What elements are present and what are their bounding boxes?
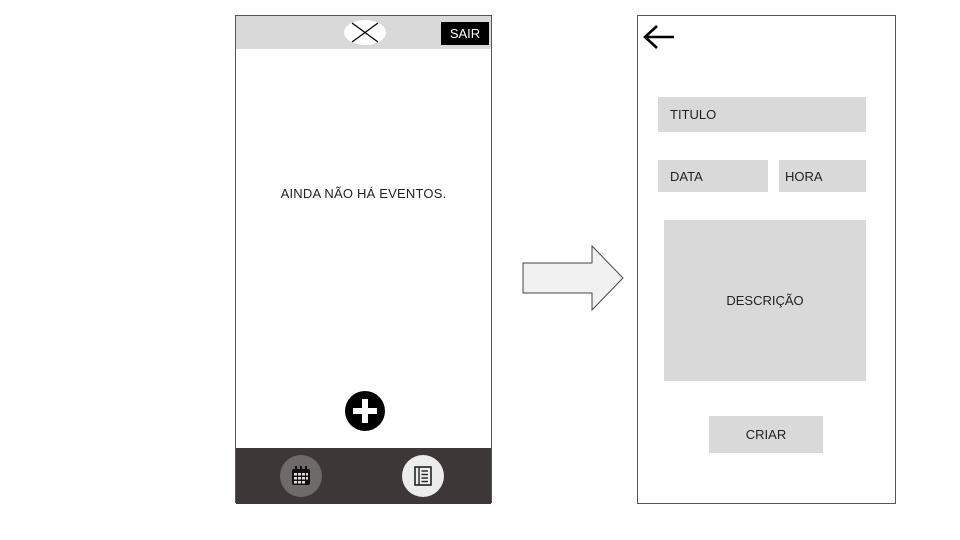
plus-circle-icon — [353, 399, 377, 423]
list-icon — [414, 466, 432, 486]
logout-button[interactable]: SAIR — [441, 22, 489, 45]
flow-arrow-icon — [522, 245, 624, 311]
description-field[interactable]: DESCRIÇÃO — [664, 220, 866, 381]
add-event-button[interactable] — [345, 391, 385, 431]
nav-list-button[interactable] — [402, 455, 444, 497]
arrow-left-icon[interactable] — [642, 24, 676, 50]
time-field[interactable]: HORA — [779, 160, 866, 192]
empty-state-message: AINDA NÃO HÁ EVENTOS. — [280, 186, 447, 201]
create-event-screen: TITULO DATA HORA DESCRIÇÃO CRIAR — [637, 15, 896, 504]
events-screen: SAIR AINDA NÃO HÁ EVENTOS. — [235, 15, 492, 504]
date-field[interactable]: DATA — [658, 160, 768, 192]
create-button[interactable]: CRIAR — [709, 416, 823, 453]
calendar-icon — [292, 466, 310, 485]
nav-calendar-button[interactable] — [280, 455, 322, 497]
bottom-nav — [236, 448, 491, 504]
top-bar: SAIR — [236, 16, 491, 49]
image-placeholder-icon — [344, 20, 386, 45]
title-field[interactable]: TITULO — [658, 97, 866, 132]
